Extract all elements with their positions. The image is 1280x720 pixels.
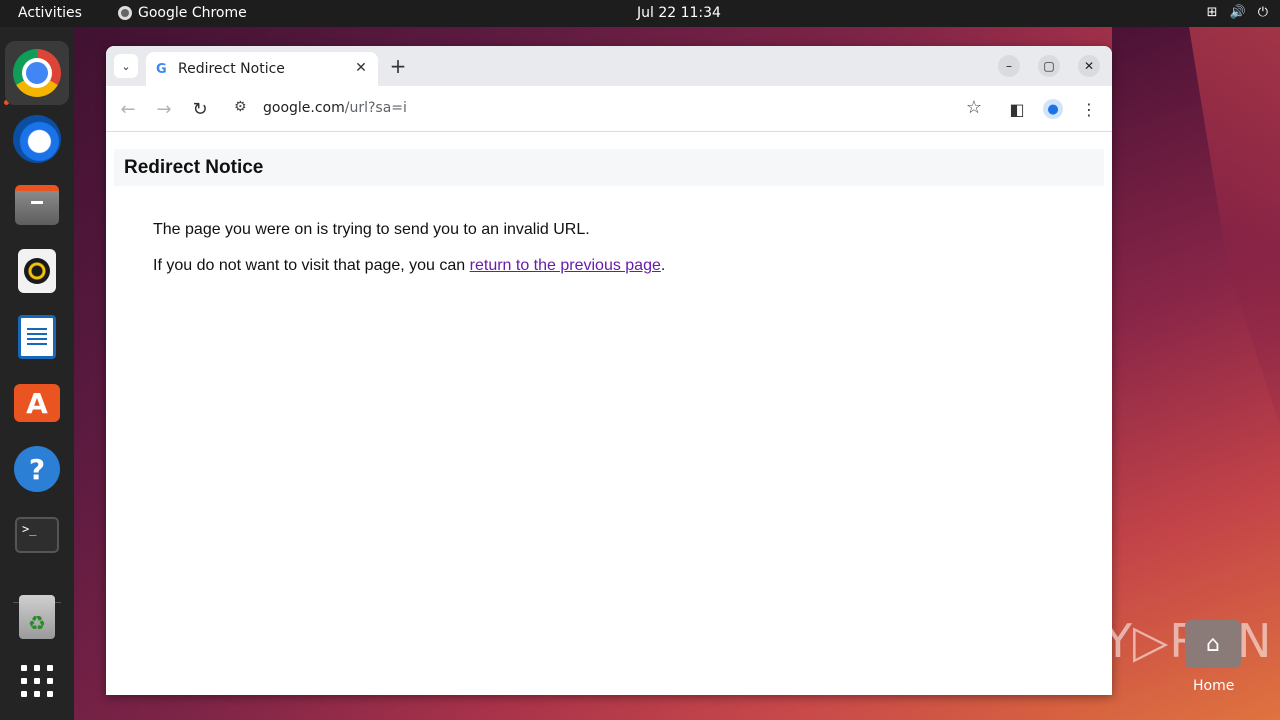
dock-chrome[interactable] [5,41,69,105]
tab-search-button[interactable]: ⌄ [114,54,138,78]
reload-button[interactable]: ↻ [187,96,213,122]
dock-writer[interactable] [5,305,69,369]
app-menu[interactable]: Google Chrome [118,5,247,21]
apps-grid-icon [21,665,53,697]
tab-title: Redirect Notice [178,61,285,77]
notice-header: Redirect Notice [114,149,1104,186]
show-apps-button[interactable] [5,649,69,713]
network-icon: ⊞ [1206,5,1218,20]
browser-window: ⌄ G Redirect Notice ✕ + – ▢ ✕ ← → ↻ ⚙ go… [106,46,1112,695]
tab-strip: ⌄ G Redirect Notice ✕ + – ▢ ✕ [106,46,1112,86]
app-center-icon: A [14,384,60,422]
new-tab-button[interactable]: + [386,54,410,78]
home-label[interactable]: Home [1193,678,1234,694]
site-info-icon[interactable]: ⚙ [234,99,247,115]
home-folder-icon[interactable]: ⌂ [1185,620,1241,668]
invalid-url-message: The page you were on is trying to send y… [153,221,590,238]
profile-button[interactable]: ● [1040,96,1066,122]
terminal-icon: >_ [15,517,59,553]
back-button[interactable]: ← [115,96,141,122]
dock-app-center[interactable]: A [5,371,69,435]
menu-kebab-icon[interactable]: ⋮ [1076,96,1102,122]
activities-button[interactable]: Activities [18,5,82,21]
browser-toolbar: ← → ↻ ⚙ google.com/url?sa=i ☆ ◧ ● ⋮ [106,86,1112,132]
return-message: If you do not want to visit that page, y… [153,257,666,274]
dock-help[interactable]: ? [5,437,69,501]
address-bar[interactable]: ⚙ google.com/url?sa=i ☆ [226,92,992,126]
minimize-button[interactable]: – [998,55,1020,77]
close-window-button[interactable]: ✕ [1078,55,1100,77]
google-favicon-icon: G [156,62,167,77]
profile-avatar-icon: ● [1043,99,1063,119]
forward-button[interactable]: → [151,96,177,122]
dock-thunderbird[interactable] [5,107,69,171]
address-url: google.com/url?sa=i [263,100,407,116]
side-panel-icon[interactable]: ◧ [1004,96,1030,122]
page-title: Redirect Notice [124,157,264,178]
system-tray[interactable]: ⊞ 🔊 ⏻ [1207,5,1268,20]
rhythmbox-icon [18,249,56,293]
tab-redirect-notice[interactable]: G Redirect Notice ✕ [146,52,378,86]
dock: A ? >_ ♻ [0,27,74,720]
thunderbird-icon [13,115,61,163]
return-previous-link[interactable]: return to the previous page [470,257,661,274]
maximize-button[interactable]: ▢ [1038,55,1060,77]
chrome-small-icon [118,6,132,20]
clock[interactable]: Jul 22 11:34 [637,5,721,21]
power-icon: ⏻ [1257,5,1268,20]
dock-terminal[interactable]: >_ [5,503,69,567]
top-bar: Activities Google Chrome Jul 22 11:34 ⊞ … [0,0,1280,27]
volume-icon: 🔊 [1229,5,1246,20]
app-menu-label: Google Chrome [138,5,247,21]
chrome-icon [13,49,61,97]
trash-icon: ♻ [19,595,55,639]
dock-trash[interactable]: ♻ [5,585,69,649]
dock-files[interactable] [5,173,69,237]
bookmark-star-icon[interactable]: ☆ [966,97,982,118]
chevron-down-icon: ⌄ [121,59,131,73]
files-icon [15,185,59,225]
help-icon: ? [14,446,60,492]
writer-icon [18,315,56,359]
close-tab-icon[interactable]: ✕ [352,59,370,77]
dock-rhythmbox[interactable] [5,239,69,303]
page-content: Redirect Notice The page you were on is … [106,133,1112,695]
